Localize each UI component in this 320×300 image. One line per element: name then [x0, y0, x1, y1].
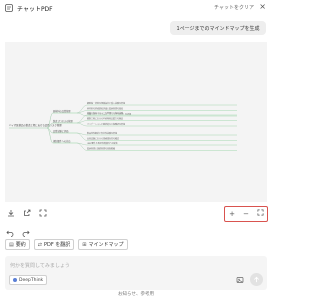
quick-actions: ▤ 要約 ⇄ PDF を翻訳 ⊞ マインドマップ	[5, 239, 128, 251]
mindmap-icon: ⊞	[82, 241, 87, 248]
zoom-controls: + −	[224, 206, 268, 222]
zoom-in-button[interactable]: +	[227, 209, 237, 219]
footer-note: お知らせ、参考用	[118, 292, 154, 297]
mindmap-leaf-node: 出荷試験における規格適合性の確認	[87, 137, 119, 141]
send-icon	[254, 276, 259, 283]
app-header: チャットPDF チャットをクリア ×	[0, 0, 272, 16]
mindmap-root-node: バイオ医薬品の製造工程における品質リスク管理	[9, 123, 62, 127]
app-logo-icon	[5, 4, 13, 12]
deepthink-label: DeepThink	[19, 277, 44, 283]
mindmap-branch-node: 品質試験と評価	[53, 129, 69, 133]
attach-icon[interactable]	[235, 275, 245, 285]
mindmap-leaf-node: バリデーションと継続的な工程確認の実施	[87, 122, 125, 126]
fit-view-icon	[257, 209, 263, 216]
user-message-text: 1ページまでのマインドマップを生成	[176, 25, 260, 32]
redo-icon[interactable]	[21, 228, 31, 238]
expand-icon[interactable]	[38, 208, 48, 218]
deepthink-icon	[13, 278, 17, 282]
mindmap-panel[interactable]: バイオ医薬品の製造工程における品質リスク管理 原材料の品質管理 細胞株・培地の規格設…	[5, 42, 267, 202]
deepthink-toggle[interactable]: DeepThink	[9, 275, 48, 285]
mindmap-leaf-node: 製品特性解析と安定性試験の実施	[87, 131, 117, 135]
summary-button[interactable]: ▤ 要約	[5, 239, 30, 250]
mindmap-leaf-node: 培養工程のパラメータ管理と工程内試験	[87, 111, 123, 115]
share-icon[interactable]	[22, 208, 32, 218]
chat-input-placeholder[interactable]: 何かを質問してみましょう	[10, 262, 70, 269]
user-message-bubble: 1ページまでのマインドマップを生成	[170, 21, 266, 35]
send-button[interactable]	[250, 273, 263, 286]
mindmap-leaf-node: 変更管理と逸脱管理の体制整備	[87, 147, 115, 151]
mindmap-leaf-edge	[76, 122, 88, 127]
mindmap-branch-node: 原材料の品質管理	[53, 109, 71, 113]
mindmap-leaf-node: GMP要件と承認申請資料への反映	[87, 141, 117, 145]
page-title: チャットPDF	[17, 6, 53, 13]
clear-chat-button[interactable]: チャットをクリア	[214, 4, 254, 11]
mindmap-leaf-node: 細胞株・培地の規格設定と受入試験の実施	[87, 101, 125, 105]
summary-label: 要約	[15, 242, 26, 248]
translate-label: PDF を翻訳	[43, 242, 71, 248]
mindmap-label: マインドマップ	[88, 242, 124, 248]
mindmap-branch-node: 製造プロセスの管理	[53, 119, 73, 123]
mindmap-leaf-node: 精製工程における不純物除去能力の検証	[87, 117, 123, 121]
mindmap-leaf-node: 原材料の供給業者評価と変更管理の徹底	[87, 107, 123, 111]
history-controls	[5, 228, 31, 238]
chat-input-area[interactable]: 何かを質問してみましょう DeepThink	[5, 256, 267, 290]
mindmap-canvas[interactable]: バイオ医薬品の製造工程における品質リスク管理 原材料の品質管理 細胞株・培地の規格設…	[5, 42, 267, 202]
translate-icon: ⇄	[37, 241, 42, 248]
document-icon: ▤	[9, 241, 14, 248]
zoom-out-button[interactable]: −	[241, 209, 251, 219]
download-icon[interactable]	[6, 208, 16, 218]
undo-icon[interactable]	[5, 228, 15, 238]
translate-pdf-button[interactable]: ⇄ PDF を翻訳	[33, 239, 75, 250]
fit-view-button[interactable]	[255, 209, 265, 219]
mindmap-button[interactable]: ⊞ マインドマップ	[78, 239, 128, 250]
mindmap-toolbar	[6, 208, 48, 220]
mindmap-branch-node: 規制要件への対応	[53, 139, 71, 143]
close-icon[interactable]: ×	[259, 2, 266, 12]
